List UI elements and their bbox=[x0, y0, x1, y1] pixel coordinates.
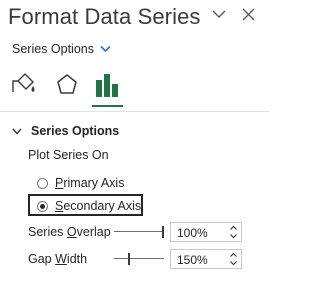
pane-title: Format Data Series bbox=[8, 4, 201, 29]
radio-button-selected[interactable] bbox=[37, 200, 48, 212]
selected-tab-indicator bbox=[92, 105, 123, 107]
spinner-arrows-icon[interactable] bbox=[229, 224, 238, 240]
primary-axis-label: Primary Axis bbox=[55, 176, 125, 190]
chevron-down-icon bbox=[100, 42, 111, 56]
divider bbox=[0, 111, 269, 112]
section-title: Series Options bbox=[31, 124, 120, 138]
primary-axis-radio[interactable]: Primary Axis bbox=[37, 176, 124, 190]
format-data-series-pane: Format Data Series Series Options Series… bbox=[0, 0, 269, 288]
series-options-section-header[interactable]: Series Options bbox=[12, 124, 119, 138]
series-overlap-label: Series Overlap bbox=[28, 225, 111, 239]
slider-thumb[interactable] bbox=[128, 253, 130, 265]
gap-width-spinner[interactable]: 150% bbox=[170, 249, 242, 269]
gap-width-label: Gap Width bbox=[28, 252, 88, 266]
plot-series-on-label: Plot Series On bbox=[28, 148, 109, 162]
bar-chart-icon[interactable] bbox=[92, 70, 122, 100]
radio-button[interactable] bbox=[37, 177, 48, 189]
secondary-axis-label: Secondary Axis bbox=[55, 199, 142, 213]
secondary-axis-radio[interactable]: Secondary Axis bbox=[37, 199, 141, 213]
paint-bucket-icon[interactable] bbox=[10, 70, 40, 100]
series-options-dropdown-label: Series Options bbox=[12, 42, 94, 56]
gap-width-slider[interactable] bbox=[114, 253, 164, 265]
series-overlap-spinner[interactable]: 100% bbox=[170, 222, 242, 242]
series-overlap-value[interactable]: 100% bbox=[177, 226, 208, 240]
gap-width-value[interactable]: 150% bbox=[177, 253, 208, 267]
slider-thumb[interactable] bbox=[162, 226, 164, 238]
series-options-dropdown[interactable]: Series Options bbox=[12, 42, 111, 56]
close-icon[interactable] bbox=[242, 8, 255, 21]
pentagon-icon[interactable] bbox=[52, 70, 82, 100]
collapse-caret-icon bbox=[12, 124, 22, 138]
spinner-arrows-icon[interactable] bbox=[229, 251, 238, 267]
chevron-down-icon[interactable] bbox=[212, 9, 226, 19]
series-overlap-slider[interactable] bbox=[114, 226, 164, 238]
